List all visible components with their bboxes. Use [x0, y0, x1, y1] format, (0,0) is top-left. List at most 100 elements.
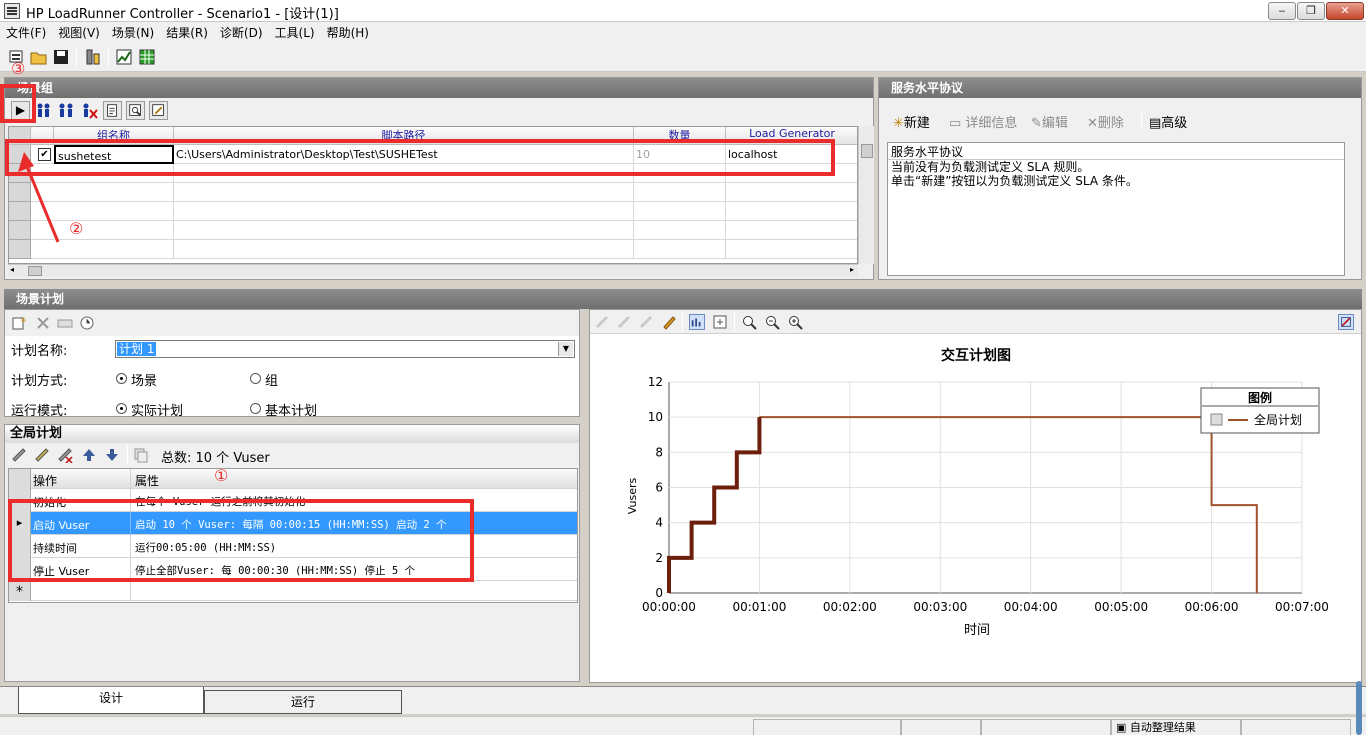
sla-edit-button[interactable]: ✎编辑	[1031, 112, 1068, 131]
sla-advanced-button[interactable]: ▤高级	[1149, 112, 1187, 131]
vusers-icon[interactable]	[34, 101, 53, 120]
menu-tools[interactable]: 工具(L)	[269, 22, 321, 41]
zoom-in-icon[interactable]	[741, 314, 757, 330]
y-tick-label: 4	[655, 516, 663, 530]
plan-mode-group-radio[interactable]	[250, 373, 261, 384]
empty-row	[9, 240, 857, 259]
menu-diagnostics[interactable]: 诊断(D)	[214, 22, 269, 41]
sla-new-button[interactable]: ✳新建	[893, 112, 930, 131]
run-mode-real-label: 实际计划	[131, 404, 184, 419]
series-line-global-plan	[759, 416, 1258, 593]
plan-mode-scenario-radio[interactable]	[116, 373, 127, 384]
graph-toolbar	[590, 310, 1361, 334]
legend-series-name: 全局计划	[1254, 412, 1302, 427]
y-tick-label: 2	[655, 551, 663, 565]
run-mode-basic-radio[interactable]	[250, 403, 261, 414]
plan-mode-group-label: 组	[265, 374, 279, 389]
svg-text:✳: ✳	[20, 316, 27, 325]
view-script-icon[interactable]	[126, 101, 145, 120]
add-group-icon[interactable]	[57, 101, 76, 120]
plan-name-value: 计划 1	[117, 342, 157, 356]
graph-tool-2-icon[interactable]	[616, 314, 632, 330]
schedule-clock-icon[interactable]	[79, 315, 95, 331]
group-details-icon[interactable]	[103, 101, 122, 120]
y-axis-label: Vusers	[626, 477, 639, 514]
new-row-marker: *	[9, 581, 31, 601]
sla-details-button[interactable]: ▭ 详细信息	[949, 112, 1017, 131]
maximize-button[interactable]: ❐	[1297, 2, 1325, 20]
insert-action-icon[interactable]	[11, 447, 27, 463]
legend-toggle-icon[interactable]	[1338, 314, 1354, 330]
x-tick-label: 00:00:00	[642, 600, 696, 614]
status-cell	[901, 719, 981, 735]
global-plan-title: 全局计划	[5, 425, 579, 443]
zoom-out-icon[interactable]	[764, 314, 780, 330]
results-grid-icon[interactable]	[138, 48, 156, 66]
chart-legend: 图例 全局计划	[1200, 387, 1320, 434]
chart-title: 交互计划图	[941, 347, 1011, 364]
status-cell	[1241, 719, 1351, 735]
pencil-icon[interactable]	[661, 314, 677, 330]
grid-horizontal-scrollbar[interactable]: ◂ ▸	[8, 264, 858, 277]
legend-checkbox[interactable]	[1210, 413, 1223, 426]
menu-help[interactable]: 帮助(H)	[321, 22, 375, 41]
load-generators-icon[interactable]	[84, 48, 102, 66]
edit-action-icon[interactable]	[34, 447, 50, 463]
rename-schedule-icon[interactable]	[57, 315, 73, 331]
graph-tool-1-icon[interactable]	[594, 314, 610, 330]
plan-mode-label: 计划方式:	[11, 374, 68, 389]
minimize-button[interactable]: ‒	[1268, 2, 1296, 20]
annotation-marker-1: ①	[214, 466, 229, 485]
x-tick-label: 00:02:00	[823, 600, 877, 614]
move-down-icon[interactable]	[104, 447, 120, 463]
tab-design[interactable]: 设计	[18, 687, 204, 714]
save-icon[interactable]	[52, 48, 70, 66]
menu-view[interactable]: 视图(V)	[52, 22, 106, 41]
col-property[interactable]: 属性	[135, 472, 575, 489]
auto-collate-status[interactable]: ▣ 自动整理结果	[1111, 719, 1241, 735]
resize-grip[interactable]	[1356, 681, 1362, 735]
window-title: HP LoadRunner Controller - Scenario1 - […	[26, 7, 339, 22]
title-bar: HP LoadRunner Controller - Scenario1 - […	[0, 0, 1366, 22]
analysis-icon[interactable]	[115, 48, 133, 66]
grid-vertical-scrollbar[interactable]	[858, 126, 874, 264]
x-tick-label: 00:07:00	[1275, 600, 1329, 614]
plan-mode-scenario-label: 场景	[131, 374, 158, 389]
menu-results[interactable]: 结果(R)	[160, 22, 214, 41]
edit-script-icon[interactable]	[149, 101, 168, 120]
x-tick-label: 00:06:00	[1185, 600, 1239, 614]
fit-graph-icon[interactable]	[712, 314, 728, 330]
details-icon: ▭	[949, 116, 966, 131]
status-cell	[753, 719, 901, 735]
empty-row	[9, 221, 857, 240]
zoom-reset-icon[interactable]	[787, 314, 803, 330]
menu-scenario[interactable]: 场景(N)	[106, 22, 160, 41]
tab-run[interactable]: 运行	[204, 690, 402, 714]
menu-bar: 文件(F) 视图(V) 场景(N) 结果(R) 诊断(D) 工具(L) 帮助(H)	[0, 22, 1366, 42]
new-schedule-icon[interactable]: ✳	[11, 315, 27, 331]
chevron-down-icon[interactable]: ▼	[558, 342, 573, 356]
y-tick-label: 12	[648, 375, 663, 389]
app-icon	[4, 3, 20, 19]
empty-row	[9, 183, 857, 202]
annotation-box-schedule-actions	[8, 499, 474, 582]
sla-message-2: 单击“新建”按钮以为负载测试定义 SLA 条件。	[891, 174, 1138, 188]
schedule-definition: ✳ 计划名称: 计划 1 ▼ 计划方式: 场景 组 运行模式: 实际计划 基本计…	[4, 309, 580, 419]
close-button[interactable]: ✕	[1326, 2, 1364, 20]
delete-schedule-icon[interactable]	[35, 315, 51, 331]
sla-delete-button[interactable]: ✕删除	[1087, 112, 1124, 131]
graph-tool-3-icon[interactable]	[638, 314, 654, 330]
copy-action-icon[interactable]	[133, 447, 149, 463]
menu-file[interactable]: 文件(F)	[0, 22, 52, 41]
new-row[interactable]: *	[9, 581, 577, 601]
graph-view-icon[interactable]	[689, 314, 705, 330]
x-tick-label: 00:01:00	[732, 600, 786, 614]
plan-name-select[interactable]: 计划 1 ▼	[115, 340, 575, 358]
remove-group-icon[interactable]	[80, 101, 99, 120]
move-up-icon[interactable]	[81, 447, 97, 463]
delete-action-icon[interactable]	[57, 447, 73, 463]
run-mode-real-radio[interactable]	[116, 403, 127, 414]
col-action[interactable]: 操作	[33, 472, 129, 489]
annotation-box-group-row	[5, 139, 835, 176]
open-folder-icon[interactable]	[30, 48, 48, 66]
